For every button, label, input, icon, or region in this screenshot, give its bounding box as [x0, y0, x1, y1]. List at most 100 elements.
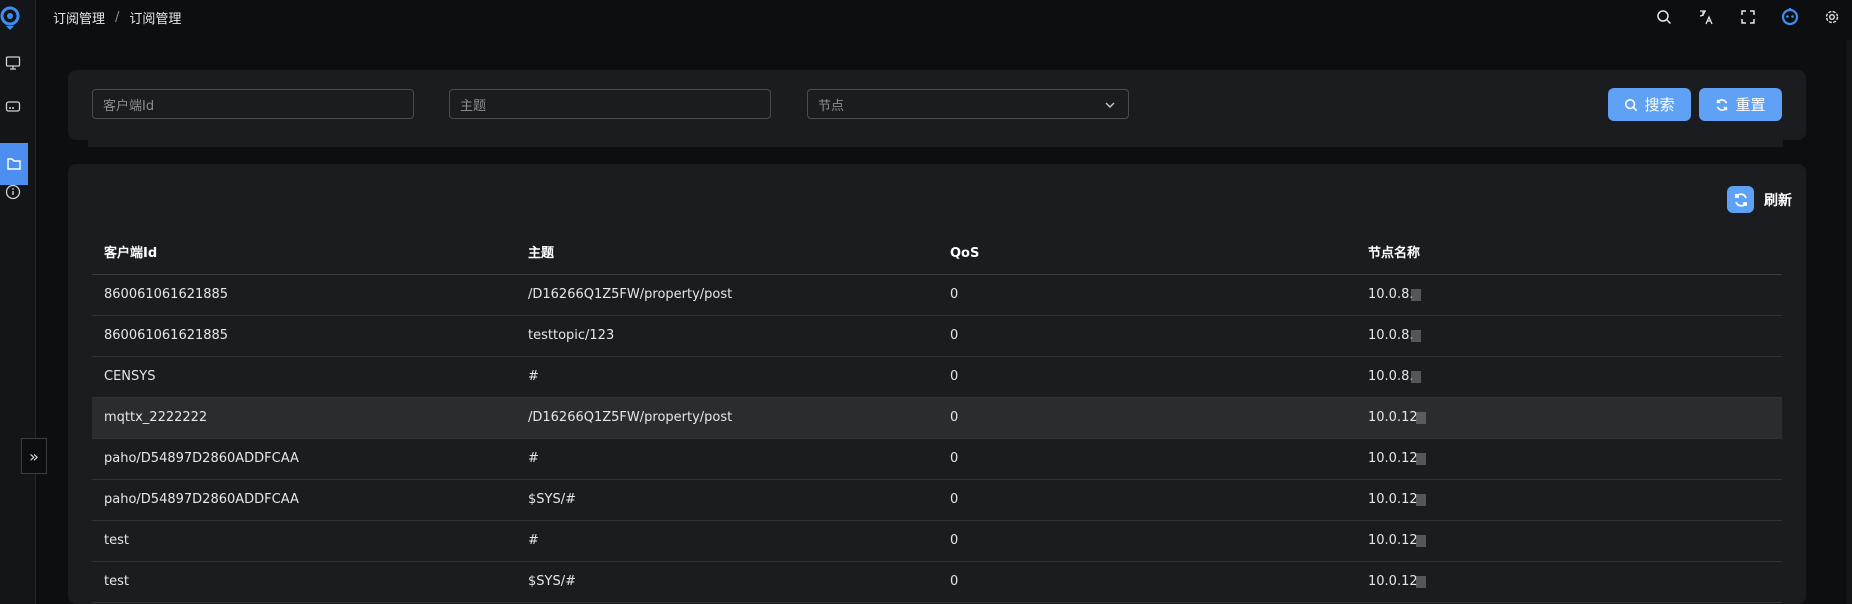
breadcrumb-separator: / [115, 9, 120, 25]
qos-cell: 0 [950, 492, 959, 507]
node-select[interactable]: 节点 [807, 89, 1129, 119]
client-id-placeholder: 客户端Id [103, 98, 155, 114]
node-cell: 10.0.12 [1368, 562, 1426, 602]
topic-cell: $SYS/# [528, 574, 576, 589]
fullscreen-icon[interactable] [1738, 7, 1758, 27]
table-row[interactable]: test $SYS/# 0 10.0.12 [92, 562, 1782, 603]
monitor-icon[interactable] [2, 52, 24, 74]
sidebar [0, 0, 36, 604]
node-text: 10.0.12 [1368, 451, 1418, 466]
filter-panel-shadow [88, 139, 1783, 147]
qos-cell: 0 [950, 410, 959, 425]
node-cell: 10.0.8. [1368, 357, 1422, 397]
sidebar-item-subscriptions[interactable] [0, 143, 28, 185]
node-text: 10.0.12 [1368, 533, 1418, 548]
info-icon[interactable] [2, 181, 24, 203]
client-id-cell: test [104, 533, 129, 548]
refresh-icon [1715, 98, 1729, 112]
client-id-cell: mqttx_2222222 [104, 410, 208, 425]
client-id-cell: test [104, 574, 129, 589]
table-row[interactable]: paho/D54897D2860ADDFCAA # 0 10.0.12 [92, 439, 1782, 480]
table-row[interactable]: paho/D54897D2860ADDFCAA $SYS/# 0 10.0.12 [92, 480, 1782, 521]
topic-cell: $SYS/# [528, 492, 576, 507]
node-cell: 10.0.8. [1368, 275, 1422, 315]
router-icon[interactable] [2, 95, 24, 117]
table-header: 客户端Id 主题 QoS 节点名称 [92, 234, 1782, 275]
qos-cell: 0 [950, 574, 959, 589]
client-id-cell: 860061061621885 [104, 287, 229, 302]
redaction [1415, 493, 1426, 506]
client-id-cell: paho/D54897D2860ADDFCAA [104, 451, 299, 466]
subscriptions-table: 客户端Id 主题 QoS 节点名称 860061061621885 /D1626… [92, 234, 1782, 603]
refresh-button[interactable]: 刷新 [1727, 186, 1792, 213]
robot-logo-icon[interactable] [1780, 7, 1800, 27]
node-text: 10.0.8. [1368, 287, 1414, 302]
client-id-input[interactable]: 客户端Id [92, 89, 414, 119]
node-text: 10.0.8. [1368, 369, 1414, 384]
qos-cell: 0 [950, 369, 959, 384]
topic-placeholder: 主题 [460, 98, 487, 114]
column-header-node-name: 节点名称 [1368, 246, 1421, 261]
refresh-icon [1727, 186, 1754, 213]
topic-input[interactable]: 主题 [449, 89, 771, 119]
chevron-down-icon [1104, 99, 1116, 114]
reset-button-label: 重置 [1735, 96, 1766, 114]
table-row[interactable]: 860061061621885 testtopic/123 0 10.0.8. [92, 316, 1782, 357]
client-id-cell: 860061061621885 [104, 328, 229, 343]
qos-cell: 0 [950, 533, 959, 548]
reset-button[interactable]: 重置 [1699, 88, 1782, 121]
topic-cell: # [528, 533, 539, 548]
double-chevron-right-icon: » [29, 446, 39, 466]
node-text: 10.0.12 [1368, 492, 1418, 507]
redaction [1411, 288, 1422, 301]
column-header-client-id: 客户端Id [104, 246, 158, 261]
client-id-cell: CENSYS [104, 369, 156, 384]
breadcrumb: 订阅管理 / 订阅管理 [53, 8, 181, 27]
table-row[interactable]: 860061061621885 /D16266Q1Z5FW/property/p… [92, 275, 1782, 316]
node-cell: 10.0.12 [1368, 521, 1426, 561]
topic-cell: /D16266Q1Z5FW/property/post [528, 287, 733, 302]
scrollbar-track[interactable] [1846, 40, 1852, 604]
redaction [1415, 411, 1426, 424]
topic-cell: # [528, 369, 539, 384]
app-logo-icon[interactable] [0, 2, 24, 30]
client-id-cell: paho/D54897D2860ADDFCAA [104, 492, 299, 507]
qos-cell: 0 [950, 287, 959, 302]
sidebar-expand-button[interactable]: » [21, 438, 47, 474]
redaction [1411, 329, 1422, 342]
redaction [1415, 452, 1426, 465]
node-text: 10.0.12 [1368, 410, 1418, 425]
node-text: 10.0.8. [1368, 328, 1414, 343]
search-button-label: 搜索 [1644, 96, 1675, 114]
node-placeholder: 节点 [818, 98, 845, 114]
redaction [1415, 534, 1426, 547]
gear-icon[interactable] [1822, 7, 1842, 27]
table-row[interactable]: test # 0 10.0.12 [92, 521, 1782, 562]
filter-panel: 客户端Id 主题 节点 搜索 重置 [68, 70, 1806, 140]
redaction [1415, 575, 1426, 588]
table-row[interactable]: CENSYS # 0 10.0.8. [92, 357, 1782, 398]
node-cell: 10.0.12 [1368, 439, 1426, 479]
refresh-label: 刷新 [1764, 192, 1792, 209]
search-button[interactable]: 搜索 [1608, 88, 1691, 121]
folder-icon [3, 153, 25, 175]
node-cell: 10.0.8. [1368, 316, 1422, 356]
header-actions [1632, 0, 1842, 34]
qos-cell: 0 [950, 451, 959, 466]
breadcrumb-parent[interactable]: 订阅管理 [53, 8, 105, 27]
column-header-qos: QoS [950, 246, 980, 261]
table-row[interactable]: mqttx_2222222 /D16266Q1Z5FW/property/pos… [92, 398, 1782, 439]
topic-cell: /D16266Q1Z5FW/property/post [528, 410, 733, 425]
redaction [1411, 370, 1422, 383]
breadcrumb-current: 订阅管理 [129, 11, 182, 27]
topic-cell: # [528, 451, 539, 466]
qos-cell: 0 [950, 328, 959, 343]
node-cell: 10.0.12 [1368, 480, 1426, 520]
topic-cell: testtopic/123 [528, 328, 615, 343]
node-cell: 10.0.12 [1368, 398, 1426, 438]
top-bar: 订阅管理 / 订阅管理 [36, 0, 1852, 34]
subscriptions-card: 刷新 客户端Id 主题 QoS 节点名称 860061061621885 /D1… [68, 164, 1806, 604]
translate-icon[interactable] [1696, 7, 1716, 27]
node-text: 10.0.12 [1368, 574, 1418, 589]
search-icon[interactable] [1654, 7, 1674, 27]
